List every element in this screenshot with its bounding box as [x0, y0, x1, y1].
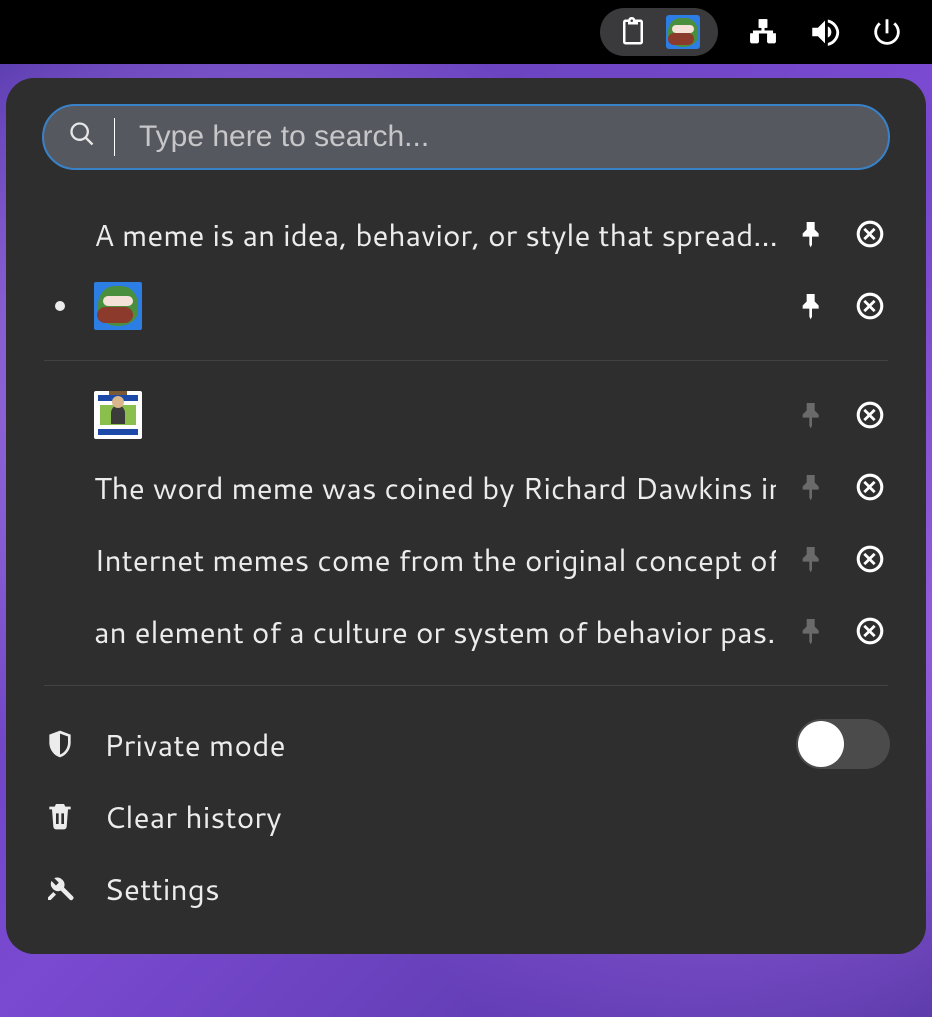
- pin-button[interactable]: [794, 288, 830, 324]
- text-cursor: [114, 118, 115, 156]
- clipboard-manager-popup: A meme is an idea, behavior, or style th…: [6, 78, 926, 954]
- clip-row[interactable]: A meme is an idea, behavior, or style th…: [44, 198, 888, 270]
- delete-button[interactable]: [852, 397, 888, 433]
- clip-row[interactable]: [44, 379, 888, 451]
- pin-button[interactable]: [794, 541, 830, 577]
- power-icon[interactable]: [870, 15, 904, 49]
- network-icon[interactable]: [746, 15, 780, 49]
- trash-icon: [42, 800, 78, 832]
- search-icon: [68, 120, 96, 154]
- tray-indicator-pill[interactable]: [600, 8, 718, 56]
- footer-divider: [44, 685, 888, 686]
- clip-row[interactable]: Internet memes come from the original co…: [44, 523, 888, 595]
- private-mode-toggle[interactable]: [796, 719, 890, 769]
- system-top-panel: [0, 0, 932, 64]
- clear-history-label: Clear history: [104, 795, 282, 838]
- clipboard-image-preview-icon: [666, 15, 700, 49]
- current-item-marker: [44, 301, 76, 311]
- pinned-divider: [44, 360, 888, 361]
- tools-icon: [42, 872, 78, 904]
- clip-text: A meme is an idea, behavior, or style th…: [94, 213, 776, 256]
- clip-text: an element of a culture or system of beh…: [94, 610, 776, 653]
- shield-icon: [42, 728, 78, 760]
- settings-row[interactable]: Settings: [42, 852, 890, 924]
- clip-image-thumbnail: [94, 391, 776, 439]
- pin-button[interactable]: [794, 216, 830, 252]
- settings-label: Settings: [104, 867, 220, 910]
- clear-history-row[interactable]: Clear history: [42, 780, 890, 852]
- clipboard-history-list: A meme is an idea, behavior, or style th…: [42, 198, 890, 686]
- private-mode-row[interactable]: Private mode: [42, 708, 890, 780]
- clip-row[interactable]: The word meme was coined by Richard Dawk…: [44, 451, 888, 523]
- clipboard-icon: [618, 17, 648, 47]
- delete-button[interactable]: [852, 541, 888, 577]
- delete-button[interactable]: [852, 288, 888, 324]
- clip-text: Internet memes come from the original co…: [94, 538, 776, 581]
- pin-button[interactable]: [794, 397, 830, 433]
- private-mode-label: Private mode: [104, 723, 286, 766]
- clip-text: The word meme was coined by Richard Dawk…: [94, 466, 776, 509]
- pepe-image-icon: [94, 282, 142, 330]
- toggle-knob: [798, 721, 844, 767]
- pin-button[interactable]: [794, 469, 830, 505]
- delete-button[interactable]: [852, 613, 888, 649]
- clip-row[interactable]: an element of a culture or system of beh…: [44, 595, 888, 667]
- search-input[interactable]: [139, 120, 864, 154]
- delete-button[interactable]: [852, 216, 888, 252]
- delete-button[interactable]: [852, 469, 888, 505]
- clip-row[interactable]: [44, 270, 888, 342]
- popup-footer: Private mode Clear history Settings: [42, 704, 890, 924]
- clip-image-thumbnail: [94, 282, 776, 330]
- volume-icon[interactable]: [808, 15, 842, 49]
- search-field[interactable]: [42, 104, 890, 170]
- meme-image-icon: [94, 391, 142, 439]
- pin-button[interactable]: [794, 613, 830, 649]
